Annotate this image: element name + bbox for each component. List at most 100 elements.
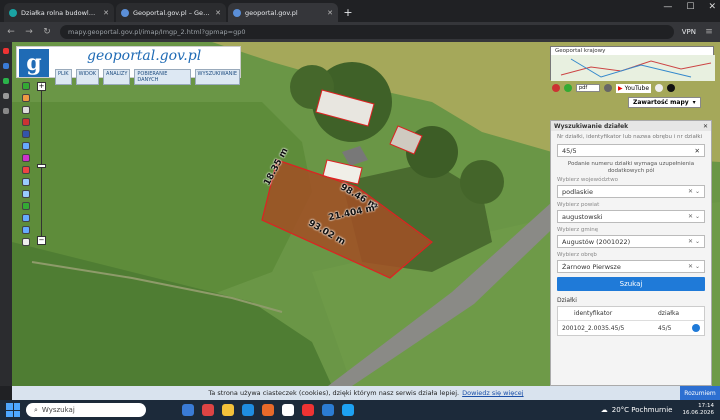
- zoom-minus-icon[interactable]: −: [37, 236, 46, 245]
- app-icon[interactable]: [342, 404, 354, 416]
- map-view[interactable]: g geoportal.gov.pl PLIK WIDOK ANALIZY PO…: [12, 42, 720, 386]
- print-icon[interactable]: [22, 130, 30, 138]
- help-icon[interactable]: [604, 84, 612, 92]
- voivodeship-select[interactable]: podlaskie ✕ ⌄: [557, 185, 705, 198]
- globe-icon[interactable]: [22, 202, 30, 210]
- clock[interactable]: 17:14 16.06.2026: [683, 403, 715, 417]
- row-identifier: 200102_2.0035.45/5: [562, 324, 625, 332]
- locate-icon[interactable]: [692, 324, 700, 332]
- contrast-icon[interactable]: [667, 84, 676, 92]
- format-select[interactable]: pdf: [576, 84, 600, 92]
- pin-icon[interactable]: [564, 84, 572, 92]
- parcel-search-input[interactable]: 45/5 ✕: [557, 144, 705, 157]
- table-row[interactable]: 200102_2.0035.45/5 45/5: [558, 321, 704, 335]
- camera-icon[interactable]: [552, 84, 560, 92]
- zoom-in-icon[interactable]: [22, 178, 30, 186]
- app-icon[interactable]: [242, 404, 254, 416]
- pan-icon[interactable]: [22, 94, 30, 102]
- address-bar-row: ← → ↻ mapy.geoportal.gov.pl/imap/Imgp_2.…: [0, 22, 720, 42]
- folder-icon[interactable]: [222, 404, 234, 416]
- weather-widget[interactable]: ☁ 20°C Pochmurnie: [601, 406, 673, 414]
- cookie-learn-more-link[interactable]: Dowiedz się więcej: [462, 389, 523, 397]
- menu-file[interactable]: PLIK: [55, 69, 72, 85]
- back-icon[interactable]: ←: [6, 27, 16, 37]
- zoom-plus-icon[interactable]: +: [37, 82, 46, 91]
- menu-download[interactable]: POBIERANIE DANYCH: [134, 69, 191, 85]
- overview-toolbar: pdf ▶ YouTube: [550, 82, 714, 94]
- start-icon[interactable]: [6, 403, 20, 417]
- overview-map[interactable]: Geoportal krajowy: [550, 46, 715, 81]
- zoom-slider[interactable]: + −: [37, 82, 46, 245]
- cookie-banner: Ta strona używa ciasteczek (cookies), dz…: [12, 386, 720, 400]
- county-select[interactable]: augustowski ✕ ⌄: [557, 210, 705, 223]
- taskbar-search[interactable]: ⌕ Wyszukaj: [26, 403, 146, 417]
- forward-extent-icon[interactable]: [22, 226, 30, 234]
- forward-icon[interactable]: →: [24, 27, 34, 37]
- app-icon[interactable]: [182, 404, 194, 416]
- maximize-icon[interactable]: ☐: [686, 2, 694, 12]
- settings-icon[interactable]: [22, 238, 30, 246]
- reload-icon[interactable]: ↻: [42, 27, 52, 37]
- close-icon[interactable]: ✕: [695, 147, 700, 155]
- clock-date: 16.06.2026: [682, 410, 715, 416]
- zoom-knob[interactable]: [37, 164, 46, 168]
- results-label: Działki: [557, 297, 577, 304]
- vpn-badge[interactable]: VPN: [682, 28, 696, 36]
- precinct-select[interactable]: Żarnowo Pierwsze ✕ ⌄: [557, 260, 705, 273]
- tab-listing[interactable]: Działka rolna budowlana Żarno ✕: [4, 3, 114, 22]
- draw-icon[interactable]: [22, 154, 30, 162]
- close-icon[interactable]: ✕: [215, 9, 221, 17]
- app-icon[interactable]: [262, 404, 274, 416]
- info-icon[interactable]: [22, 82, 30, 90]
- menu-search[interactable]: WYSZUKIWANIE: [194, 69, 240, 85]
- chevron-down-icon: ▾: [692, 99, 696, 106]
- tab-geoportal-info[interactable]: Geoportal.gov.pl – Geoportal In ✕: [116, 3, 226, 22]
- menu-icon[interactable]: ≡: [704, 27, 714, 37]
- window-controls: — ☐ ✕: [663, 2, 716, 12]
- menu-view[interactable]: WIDOK: [75, 69, 100, 85]
- sidebar-app-icon[interactable]: [3, 93, 9, 99]
- column-parcel[interactable]: działka: [658, 310, 704, 317]
- column-identifier[interactable]: identyfikator: [558, 310, 658, 317]
- browser-sidebar: [0, 42, 12, 386]
- select-icon[interactable]: [22, 106, 30, 114]
- close-icon[interactable]: ✕: [327, 9, 333, 17]
- close-window-icon[interactable]: ✕: [708, 2, 716, 12]
- accessibility-icon[interactable]: [655, 84, 664, 92]
- close-icon[interactable]: ✕: [103, 9, 109, 17]
- measure-icon[interactable]: [22, 118, 30, 126]
- app-icon[interactable]: [302, 404, 314, 416]
- map-contents-label: Zawartość mapy: [633, 99, 689, 106]
- commune-select[interactable]: Augustów (2001022) ✕ ⌄: [557, 235, 705, 248]
- app-icon[interactable]: [322, 404, 334, 416]
- layers-icon[interactable]: [22, 142, 30, 150]
- voivodeship-label: Wybierz województwo: [557, 177, 618, 183]
- cookie-text: Ta strona używa ciasteczek (cookies), dz…: [208, 389, 460, 397]
- back-extent-icon[interactable]: [22, 214, 30, 222]
- marker-icon[interactable]: [22, 166, 30, 174]
- chevron-down-icon: ✕ ⌄: [688, 263, 700, 270]
- precinct-label: Wybierz obręb: [557, 252, 597, 258]
- menu-analysis[interactable]: ANALIZY: [103, 69, 131, 85]
- tab-geoportal[interactable]: geoportal.gov.pl ✕: [228, 3, 338, 22]
- zoom-out-icon[interactable]: [22, 190, 30, 198]
- minimize-icon[interactable]: —: [663, 2, 672, 12]
- close-icon[interactable]: ✕: [703, 123, 708, 130]
- url-field[interactable]: mapy.geoportal.gov.pl/imap/Imgp_2.html?g…: [60, 25, 674, 39]
- app-icon[interactable]: [202, 404, 214, 416]
- sidebar-app-icon[interactable]: [3, 48, 9, 54]
- sidebar-app-icon[interactable]: [3, 78, 9, 84]
- cookie-accept-button[interactable]: Rozumiem: [680, 386, 720, 400]
- map-contents-button[interactable]: Zawartość mapy ▾: [628, 97, 701, 108]
- site-favicon-icon: [233, 8, 241, 17]
- chevron-down-icon: ✕ ⌄: [688, 213, 700, 220]
- search-button[interactable]: Szukaj: [557, 277, 705, 291]
- new-tab-button[interactable]: +: [340, 3, 356, 22]
- sidebar-app-icon[interactable]: [3, 108, 9, 114]
- sidebar-app-icon[interactable]: [3, 63, 9, 69]
- youtube-link[interactable]: ▶ YouTube: [616, 83, 652, 93]
- cloud-icon: ☁: [600, 406, 608, 414]
- app-icon[interactable]: [282, 404, 294, 416]
- table-header: identyfikator działka: [558, 307, 704, 321]
- play-icon: ▶: [618, 84, 623, 92]
